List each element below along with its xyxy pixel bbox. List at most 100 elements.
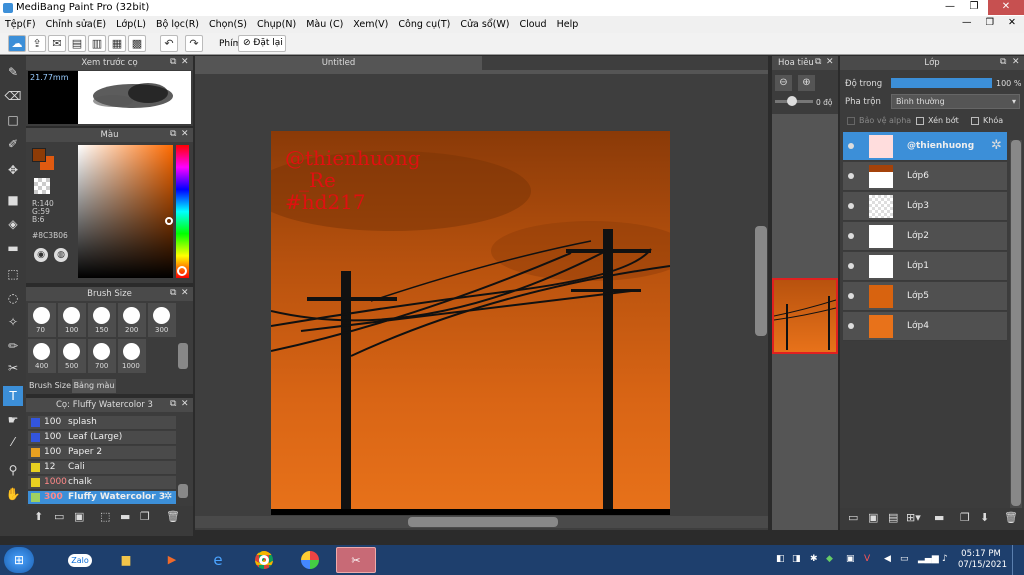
close-icon[interactable]: ✕ [826,57,834,67]
bluetooth-icon[interactable]: ✱ [810,554,818,564]
lasso-tool-icon[interactable]: ◌ [3,288,23,308]
layers-scrollbar[interactable] [1011,140,1021,506]
folder-icon[interactable]: ▬ [120,510,130,523]
network-signal-icon[interactable]: ▂▄▆ [918,554,939,564]
page-icon[interactable]: ▥ [88,35,106,52]
brush-menu-icon[interactable]: ▣ [74,510,84,523]
rotation-slider[interactable] [775,96,813,106]
add-layer-menu-icon[interactable]: ⊞▾ [906,511,921,524]
clock[interactable]: 05:17 PM 07/15/2021 [958,549,1007,571]
popout-icon[interactable]: ⧉ [815,57,821,67]
visibility-icon[interactable] [848,233,854,239]
gear-icon[interactable]: ✲ [991,138,1002,153]
eraser-tool-icon[interactable]: ⌫ [3,86,23,106]
file-explorer-icon[interactable]: ▆ [106,547,146,573]
menu-color[interactable]: Màu (C) [301,19,348,30]
saturation-value-picker[interactable] [78,145,173,278]
doc-close-button[interactable]: ✕ [1004,17,1020,28]
horizontal-scrollbar[interactable] [408,517,558,527]
brush-list-scrollbar[interactable] [178,484,188,498]
layer-row[interactable]: Lớp2 [843,222,1007,251]
menu-snap[interactable]: Chụp(N) [252,19,301,30]
duplicate-icon[interactable]: ❐ [140,510,150,523]
nvidia-icon[interactable]: ◆ [826,554,833,564]
size-cell[interactable]: 300 [148,303,176,337]
trash-icon[interactable]: 🗑 [166,510,180,523]
close-icon[interactable]: ✕ [181,57,189,67]
popout-icon[interactable]: ⧉ [170,399,176,409]
brush-list-item[interactable]: 100 Paper 2 [28,446,176,460]
bucket-tool-icon[interactable]: ◈ [3,214,23,234]
layer-row[interactable]: Lớp4 [843,312,1007,341]
medibang-icon[interactable] [290,547,330,573]
new-brush-icon[interactable]: ▭ [54,510,64,523]
folder-icon[interactable]: ▬ [934,511,944,524]
eyedrop-color-icon[interactable]: ◍ [54,248,68,262]
blend-mode-select[interactable]: Bình thường ▾ [891,94,1020,109]
new-halftone-layer-icon[interactable]: ▣ [868,511,878,524]
blur-tool-icon[interactable]: ✐ [3,134,23,154]
brush-list-item[interactable]: 1000 chalk [28,476,176,490]
speaker-icon[interactable]: ♪ [942,554,948,564]
tab-brush-size[interactable]: Brush Size [28,379,72,393]
gradient-tool-icon[interactable]: ▬ [3,238,23,258]
menu-file[interactable]: Tệp(F) [0,19,41,30]
internet-explorer-icon[interactable]: e [198,547,238,573]
close-icon[interactable]: ✕ [181,288,189,298]
new-8bit-layer-icon[interactable]: ▤ [888,511,898,524]
size-cell[interactable]: 700 [88,339,116,373]
menu-layer[interactable]: Lớp(L) [111,19,151,30]
brush-size-scrollbar[interactable] [178,343,188,369]
gear-icon[interactable]: ✲ [164,491,172,502]
transparent-color-swatch[interactable] [34,178,50,194]
tab-untitled[interactable]: Untitled [195,56,482,70]
menu-window[interactable]: Cửa sổ(W) [455,19,514,30]
layer-row[interactable]: Lớp1 [843,252,1007,281]
duplicate-layer-icon[interactable]: ❐ [960,511,970,524]
brush-list-item[interactable]: 100 splash [28,416,176,430]
size-cell[interactable]: 100 [58,303,86,337]
size-cell[interactable]: 150 [88,303,116,337]
hue-slider[interactable] [176,145,189,278]
close-icon[interactable]: ✕ [181,129,189,139]
add-brush-icon[interactable]: ⬆ [34,510,43,523]
brush-list-item[interactable]: 12 Cali [28,461,176,475]
zoom-out-icon[interactable]: ⊖ [775,75,792,91]
palette-icon[interactable]: ◉ [34,248,48,262]
close-button[interactable]: ✕ [988,0,1024,15]
show-desktop-button[interactable] [1012,545,1024,575]
magic-wand-icon[interactable]: ✧ [3,312,23,332]
layer-row-selected[interactable]: @thienhuong ✲ [843,132,1007,161]
size-cell[interactable]: 200 [118,303,146,337]
fill-rect-icon[interactable]: ■ [3,190,23,210]
select-eraser-icon[interactable]: ✂ [3,358,23,378]
minimize-button[interactable]: — [938,0,962,15]
doc-minimize-button[interactable]: — [958,17,976,28]
brush-tool-icon[interactable]: ✎ [3,62,23,82]
undo-icon[interactable]: ↶ [160,35,178,52]
brush-list-item[interactable]: 100 Leaf (Large) [28,431,176,445]
artwork-canvas[interactable]: @thienhuong _Re #hd217 [271,131,670,515]
reset-button[interactable]: ⊘ Đặt lại [238,35,286,52]
tab-color-palette[interactable]: Bảng màu [72,379,116,393]
display-tray-icon[interactable]: ▭ [900,554,909,564]
menu-tools[interactable]: Công cụ(T) [393,19,455,30]
zalo-tray-icon[interactable]: ◧ [776,554,785,564]
alpha-protect-checkbox[interactable] [847,117,855,125]
visibility-icon[interactable] [848,143,854,149]
menu-select[interactable]: Chọn(S) [204,19,252,30]
chat-tray-icon[interactable]: ◨ [792,554,801,564]
media-player-icon[interactable]: ▶ [152,547,192,573]
brush-settings-icon[interactable]: ⬚ [100,510,110,523]
size-cell[interactable]: 70 [28,303,56,337]
layer-row[interactable]: Lớp6 [843,162,1007,191]
vpn-tray-icon[interactable]: V [864,554,870,564]
select-rect-icon[interactable]: ⬚ [3,264,23,284]
doc-restore-button[interactable]: ❐ [982,17,999,28]
rotation-handle[interactable] [787,96,797,106]
zalo-taskbar-app[interactable]: Zalo [60,547,100,573]
navigator-thumbnail[interactable] [772,278,838,354]
share-icon[interactable]: ⇪ [28,35,46,52]
menu-help[interactable]: Help [552,19,584,30]
primary-color-swatch[interactable] [32,148,46,162]
